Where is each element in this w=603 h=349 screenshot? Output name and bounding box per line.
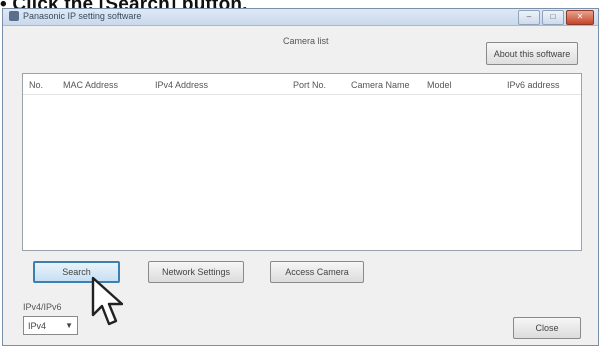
- close-window-button[interactable]: ✕: [566, 10, 594, 25]
- camera-list-label: Camera list: [283, 36, 329, 46]
- title-bar[interactable]: Panasonic IP setting software – □ ✕: [3, 9, 598, 26]
- access-camera-button[interactable]: Access Camera: [270, 261, 364, 283]
- ip-version-select[interactable]: IPv4 ▼: [23, 316, 78, 335]
- window-controls: – □ ✕: [518, 10, 594, 25]
- column-header-no[interactable]: No.: [29, 80, 43, 90]
- minimize-button[interactable]: –: [518, 10, 540, 25]
- column-header-mac-address[interactable]: MAC Address: [63, 80, 118, 90]
- app-icon: [9, 11, 19, 21]
- maximize-button[interactable]: □: [542, 10, 564, 25]
- column-header-model[interactable]: Model: [427, 80, 452, 90]
- column-header-ipv6-address[interactable]: IPv6 address: [507, 80, 560, 90]
- column-header-camera-name[interactable]: Camera Name: [351, 80, 410, 90]
- about-software-button[interactable]: About this software: [486, 42, 578, 65]
- mouse-pointer-icon: [91, 276, 124, 326]
- column-header-ipv4-address[interactable]: IPv4 Address: [155, 80, 208, 90]
- table-header: No. MAC Address IPv4 Address Port No. Ca…: [23, 74, 581, 95]
- window-title: Panasonic IP setting software: [23, 11, 142, 21]
- ip-version-selected-value: IPv4: [28, 321, 47, 331]
- close-button[interactable]: Close: [513, 317, 581, 339]
- camera-list-table[interactable]: No. MAC Address IPv4 Address Port No. Ca…: [22, 73, 582, 251]
- column-header-port-no[interactable]: Port No.: [293, 80, 326, 90]
- ip-version-label: IPv4/IPv6: [23, 302, 62, 312]
- chevron-down-icon: ▼: [65, 321, 73, 330]
- network-settings-button[interactable]: Network Settings: [148, 261, 244, 283]
